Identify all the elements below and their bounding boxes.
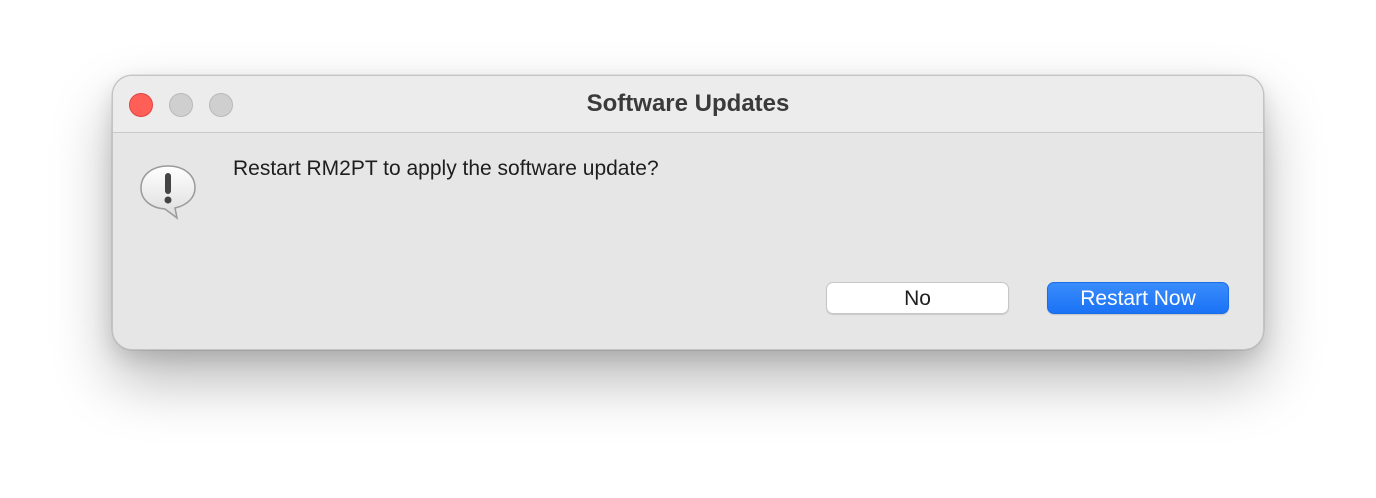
- no-button[interactable]: No: [826, 282, 1009, 314]
- software-updates-dialog: Software Updates Restart RM2PT to apply …: [112, 75, 1264, 350]
- window-title: Software Updates: [586, 90, 790, 117]
- alert-message: Restart RM2PT to apply the software upda…: [233, 157, 659, 180]
- restart-now-button[interactable]: Restart Now: [1047, 282, 1229, 314]
- title-bar: Software Updates: [113, 76, 1263, 133]
- alert-caution-icon: [137, 164, 199, 220]
